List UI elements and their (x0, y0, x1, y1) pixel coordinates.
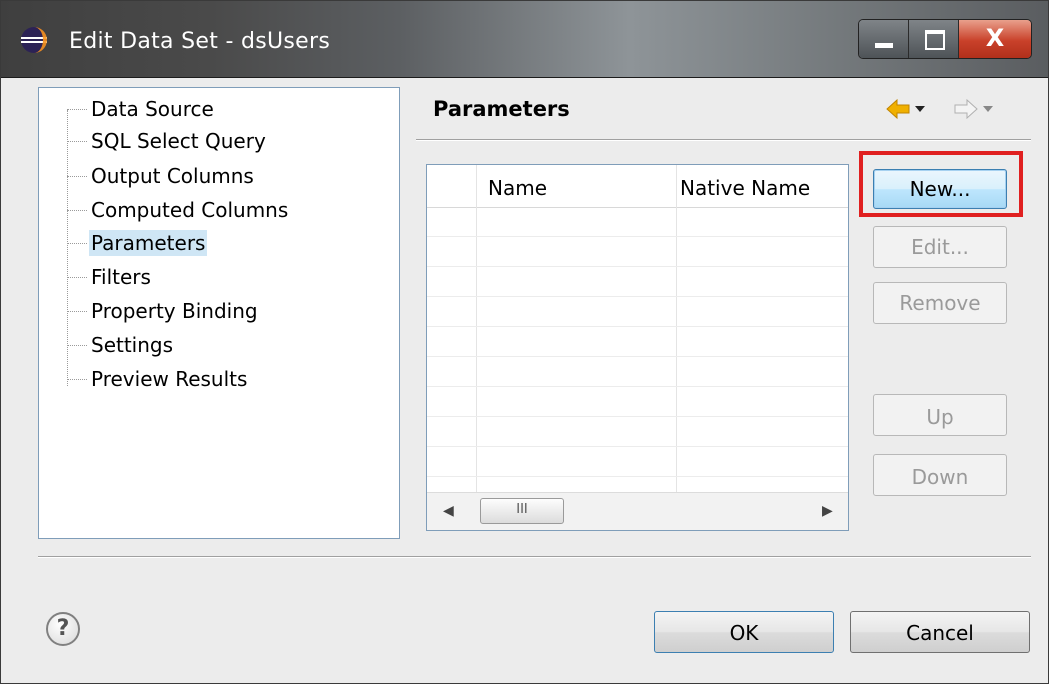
ok-button[interactable]: OK (654, 611, 834, 653)
table-row (427, 416, 848, 417)
header-divider (416, 139, 1031, 141)
footer-divider (38, 556, 1031, 558)
table-row (427, 296, 848, 297)
tree-item-label: Computed Columns (91, 198, 289, 222)
tree-item-label: Property Binding (91, 299, 258, 323)
back-button[interactable] (885, 97, 929, 121)
tree-item-label: Preview Results (91, 367, 248, 391)
table-header: Name Native Name (427, 165, 848, 208)
back-arrow-icon (886, 98, 910, 120)
edit-data-set-dialog: Edit Data Set - dsUsers X Data Source SQ… (0, 0, 1049, 684)
maximize-button[interactable] (909, 20, 959, 58)
table-row (427, 356, 848, 357)
tree-item-label: Data Source (91, 97, 214, 121)
title-bar[interactable]: Edit Data Set - dsUsers X (1, 1, 1048, 78)
table-row (427, 446, 848, 447)
navigation-tree: Data Source SQL Select Query Output Colu… (38, 87, 400, 539)
table-row (427, 326, 848, 327)
edit-button[interactable]: Edit... (873, 226, 1007, 268)
table-row (427, 266, 848, 267)
tree-item-label: Parameters (89, 230, 208, 256)
close-button[interactable]: X (959, 20, 1031, 58)
chevron-down-icon (915, 106, 925, 112)
scroll-thumb[interactable]: III (480, 498, 564, 524)
window-title: Edit Data Set - dsUsers (69, 29, 331, 54)
column-header-native-name[interactable]: Native Name (680, 165, 810, 207)
highlight-box (859, 151, 1023, 217)
forward-button[interactable] (953, 97, 997, 121)
close-icon: X (985, 24, 1005, 52)
column-header-index[interactable] (427, 165, 476, 207)
table-row (427, 236, 848, 237)
table-row (427, 476, 848, 477)
minimize-icon (875, 43, 893, 48)
page-title: Parameters (433, 97, 570, 121)
window-controls: X (858, 19, 1032, 59)
scroll-left-icon[interactable]: ◀ (443, 503, 454, 519)
cancel-button[interactable]: Cancel (850, 611, 1030, 653)
down-button[interactable]: Down (873, 454, 1007, 496)
minimize-button[interactable] (859, 20, 909, 58)
help-icon[interactable]: ? (46, 612, 80, 646)
tree-item-label: Filters (91, 265, 151, 289)
maximize-icon (925, 30, 945, 50)
eclipse-icon (21, 27, 47, 53)
up-button[interactable]: Up (873, 394, 1007, 436)
remove-button[interactable]: Remove (873, 282, 1007, 324)
scroll-right-icon[interactable]: ▶ (822, 503, 833, 519)
tree-item-label: Settings (91, 333, 174, 357)
parameters-table[interactable]: Name Native Name ◀ III ▶ (426, 164, 849, 531)
horizontal-scrollbar[interactable]: ◀ III ▶ (427, 492, 848, 530)
tree-item-label: Output Columns (91, 164, 254, 188)
table-row (427, 386, 848, 387)
tree-item-label: SQL Select Query (91, 129, 266, 153)
chevron-down-icon (983, 106, 993, 112)
forward-arrow-icon (954, 98, 978, 120)
column-header-name[interactable]: Name (488, 165, 547, 207)
